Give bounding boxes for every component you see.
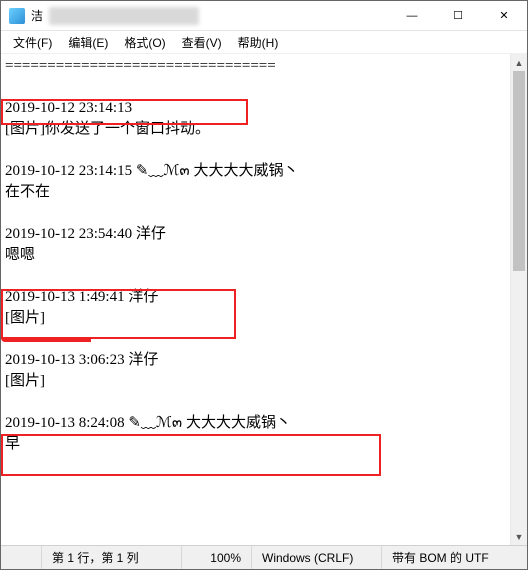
text-content[interactable]: ================================ 2019-10… [1,54,510,545]
annotation-box-1 [1,99,248,125]
scroll-down-button[interactable]: ▼ [511,528,527,545]
status-zoom: 100% [181,546,251,569]
status-spacer [1,546,41,569]
menu-file[interactable]: 文件(F) [5,32,60,53]
menu-edit[interactable]: 编辑(E) [60,32,116,53]
menu-help[interactable]: 帮助(H) [230,32,287,53]
close-button[interactable]: ✕ [481,1,527,31]
editor-area: ================================ 2019-10… [1,53,527,545]
annotation-box-2 [1,289,236,339]
annotation-underline [1,336,91,342]
vertical-scrollbar[interactable]: ▲ ▼ [510,54,527,545]
scroll-thumb[interactable] [513,71,525,271]
menu-view[interactable]: 查看(V) [174,32,230,53]
status-position: 第 1 行，第 1 列 [41,546,181,569]
window-title-prefix: 洁 [31,7,43,24]
maximize-button[interactable]: ☐ [435,1,481,31]
annotation-box-3 [1,434,381,476]
app-icon [9,8,25,24]
minimize-button[interactable]: — [389,1,435,31]
status-line-ending: Windows (CRLF) [251,546,381,569]
statusbar: 第 1 行，第 1 列 100% Windows (CRLF) 带有 BOM 的… [1,545,527,569]
scroll-up-button[interactable]: ▲ [511,54,527,71]
scroll-track[interactable] [511,71,527,528]
titlebar: 洁 — ☐ ✕ [1,1,527,31]
status-encoding: 带有 BOM 的 UTF [381,546,527,569]
window-title-redacted [49,7,199,25]
menu-format[interactable]: 格式(O) [116,32,173,53]
menubar: 文件(F) 编辑(E) 格式(O) 查看(V) 帮助(H) [1,31,527,53]
